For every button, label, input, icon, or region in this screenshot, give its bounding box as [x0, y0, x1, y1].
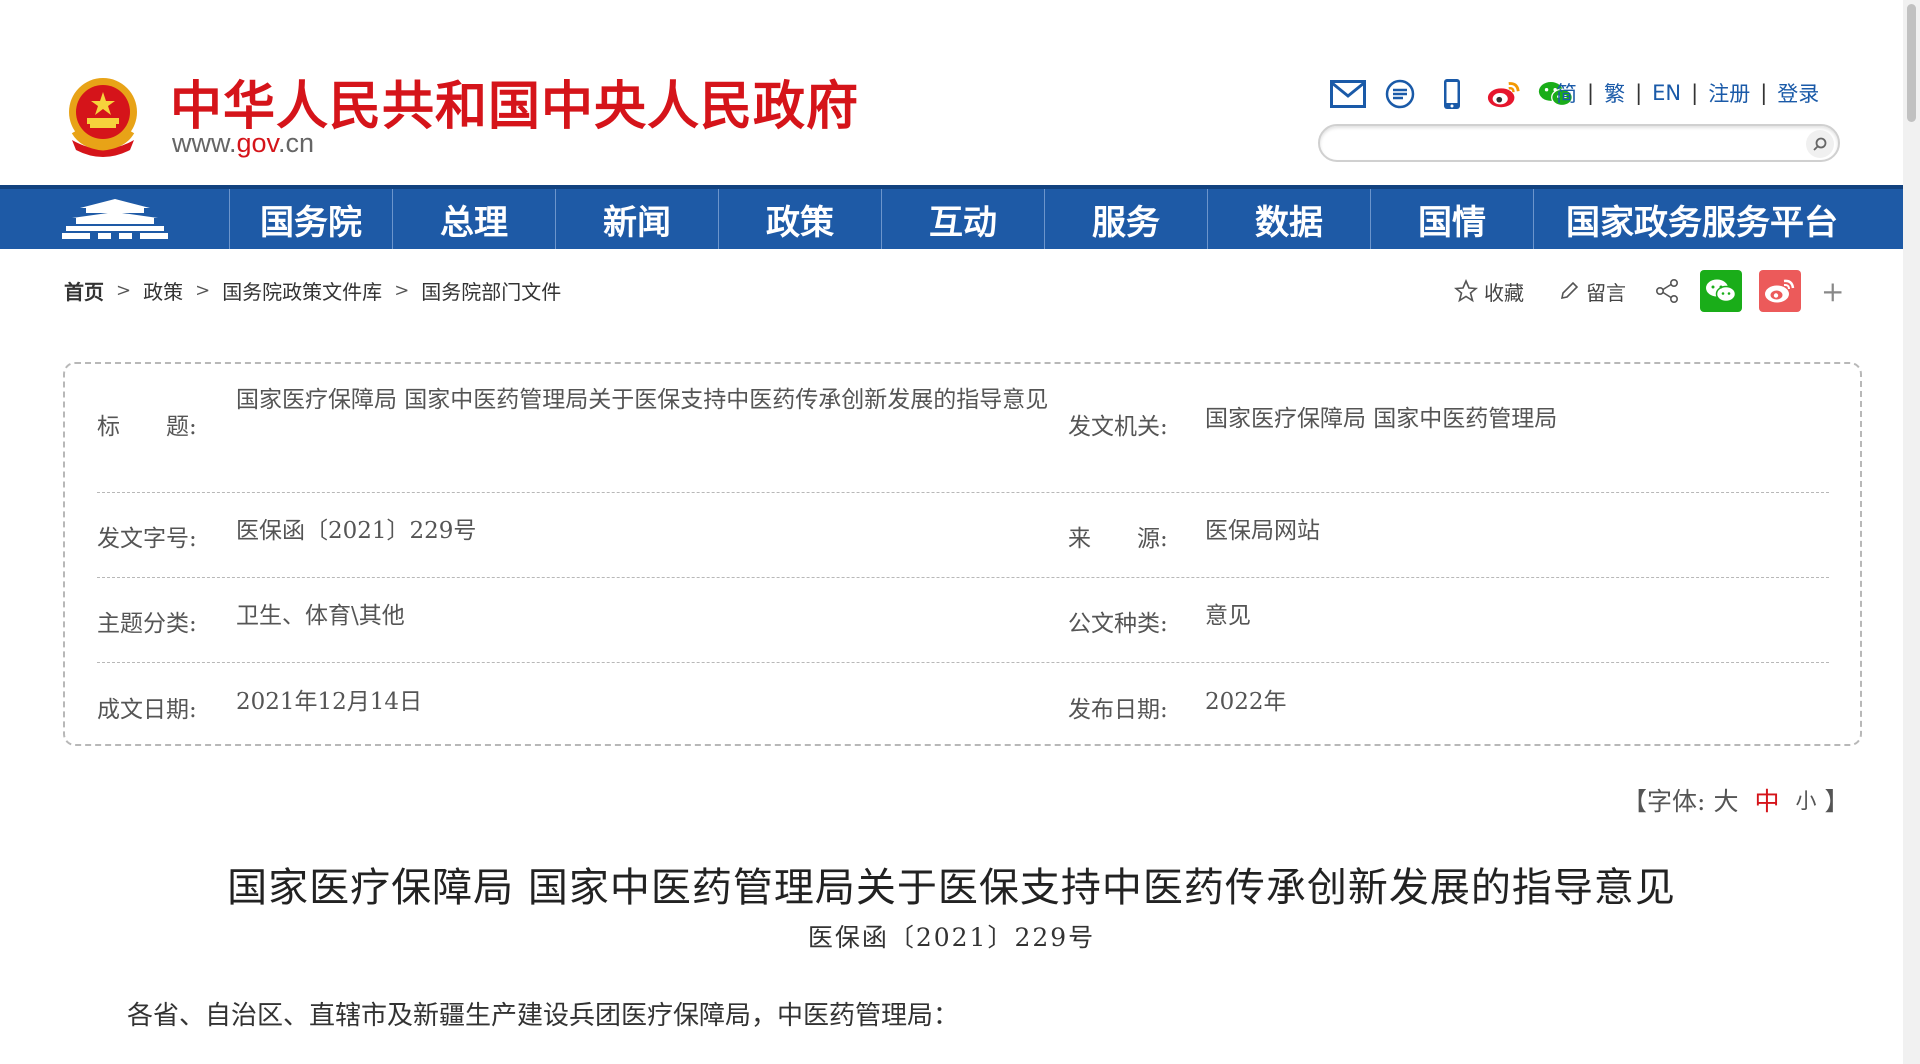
- link-separator: |: [1635, 81, 1643, 105]
- share-icon: [1655, 278, 1678, 303]
- nav-item-state-council[interactable]: 国务院: [230, 189, 393, 249]
- english-link[interactable]: EN: [1652, 81, 1681, 105]
- tiananmen-icon: [61, 199, 168, 239]
- link-separator: |: [1587, 81, 1595, 105]
- document-info-box: 标 题: 国家医疗保障局 国家中医药管理局关于医保支持中医药传承创新发展的指导意…: [63, 362, 1862, 746]
- nav-home-button[interactable]: [0, 189, 230, 249]
- site-url-prefix: www.: [172, 128, 237, 158]
- site-url-suffix: .cn: [278, 128, 315, 158]
- chevron-right-icon: >: [116, 280, 132, 301]
- source-value: 医保局网站: [1205, 518, 1320, 544]
- nav-item-services[interactable]: 服务: [1045, 189, 1208, 249]
- chevron-right-icon: >: [394, 280, 410, 301]
- issuer-label: 发文机关:: [1068, 414, 1168, 440]
- docno-label: 发文字号:: [97, 526, 197, 552]
- font-size-small[interactable]: 小: [1795, 785, 1816, 815]
- issuer-value: 国家医疗保障局 国家中医药管理局: [1205, 406, 1558, 432]
- mobile-icon[interactable]: [1434, 77, 1470, 111]
- font-size-suffix: 】: [1824, 787, 1850, 816]
- traditional-chinese-link[interactable]: 繁: [1604, 78, 1625, 108]
- nav-item-premier[interactable]: 总理: [393, 189, 556, 249]
- comment-button[interactable]: 留言: [1558, 277, 1626, 306]
- info-row-docno: 发文字号: 医保函〔2021〕229号 来 源: 医保局网站: [97, 493, 1829, 578]
- site-url-accent: gov: [236, 128, 279, 158]
- star-icon: [1454, 279, 1478, 303]
- top-icon-bar: [1330, 76, 1574, 112]
- search-input[interactable]: [1334, 130, 1774, 156]
- site-url[interactable]: www.gov.cn: [172, 128, 314, 159]
- category-label: 主题分类:: [97, 611, 197, 637]
- main-nav: 国务院 总理 新闻 政策 互动 服务 数据 国情 国家政务服务平台: [0, 185, 1903, 249]
- title-value: 国家医疗保障局 国家中医药管理局关于医保支持中医药传承创新发展的指导意见: [236, 387, 1049, 413]
- font-size-prefix: 【字体:: [1622, 787, 1706, 816]
- search-icon: [1813, 137, 1827, 151]
- source-label: 来 源:: [1068, 526, 1168, 552]
- favorite-button[interactable]: 收藏: [1454, 277, 1524, 306]
- mail-icon[interactable]: [1330, 77, 1366, 111]
- doctype-value: 意见: [1205, 603, 1251, 629]
- article-greeting: 各省、自治区、直辖市及新疆生产建设兵团医疗保障局，中医药管理局：: [127, 1001, 960, 1031]
- breadcrumb: 首页 > 政策 > 国务院政策文件库 > 国务院部门文件: [64, 276, 561, 305]
- link-separator: |: [1691, 81, 1699, 105]
- nav-item-news[interactable]: 新闻: [556, 189, 719, 249]
- info-row-title: 标 题: 国家医疗保障局 国家中医药管理局关于医保支持中医药传承创新发展的指导意…: [97, 364, 1829, 493]
- favorite-label: 收藏: [1484, 280, 1524, 305]
- wechat-icon: [1706, 279, 1737, 303]
- article-title: 国家医疗保障局 国家中医药管理局关于医保支持中医药传承创新发展的指导意见: [227, 865, 1676, 911]
- pencil-icon: [1560, 281, 1579, 300]
- title-label: 标 题:: [97, 414, 197, 440]
- site-header: 中华人民共和国中央人民政府 www.gov.cn 简 | 繁 | EN | 注册…: [0, 0, 1920, 185]
- font-size-selector: 【字体: 大 中 小 】: [1622, 782, 1849, 818]
- info-row-dates: 成文日期: 2021年12月14日 发布日期: 2022年: [97, 663, 1829, 745]
- simplified-chinese-link[interactable]: 简: [1556, 78, 1577, 108]
- doctype-label: 公文种类:: [1068, 611, 1168, 637]
- info-row-category: 主题分类: 卫生、体育\其他 公文种类: 意见: [97, 578, 1829, 663]
- breadcrumb-home[interactable]: 首页: [64, 276, 104, 305]
- weibo-icon[interactable]: [1486, 77, 1522, 111]
- share-bar: 收藏 留言 +: [1454, 270, 1844, 312]
- written-date-value: 2021年12月14日: [236, 689, 423, 715]
- breadcrumb-policy[interactable]: 政策: [143, 276, 183, 305]
- font-size-large[interactable]: 大: [1713, 782, 1738, 818]
- search-box: [1318, 124, 1840, 162]
- weibo-icon: [1765, 279, 1795, 303]
- article-doc-number: 医保函〔2021〕229号: [807, 923, 1096, 952]
- nav-item-policy[interactable]: 政策: [719, 189, 882, 249]
- docno-value: 医保函〔2021〕229号: [236, 518, 477, 544]
- written-date-label: 成文日期:: [97, 697, 197, 723]
- share-button[interactable]: [1654, 278, 1680, 304]
- share-wechat-button[interactable]: [1700, 270, 1742, 312]
- link-separator: |: [1760, 81, 1768, 105]
- search-button[interactable]: [1806, 130, 1834, 158]
- page-scrollbar[interactable]: [1903, 0, 1920, 1064]
- nav-item-national-profile[interactable]: 国情: [1371, 189, 1534, 249]
- register-link[interactable]: 注册: [1708, 78, 1750, 108]
- comment-label: 留言: [1586, 280, 1626, 305]
- published-date-value: 2022年: [1205, 689, 1287, 715]
- published-date-label: 发布日期:: [1068, 697, 1168, 723]
- chevron-right-icon: >: [195, 280, 211, 301]
- nav-item-service-platform[interactable]: 国家政务服务平台: [1534, 189, 1870, 249]
- message-icon[interactable]: [1382, 77, 1418, 111]
- breadcrumb-policy-library[interactable]: 国务院政策文件库: [222, 276, 382, 305]
- more-share-button[interactable]: +: [1821, 275, 1844, 308]
- national-emblem-logo[interactable]: [62, 74, 144, 160]
- top-links: 简 | 繁 | EN | 注册 | 登录: [1556, 78, 1819, 108]
- breadcrumb-department-files[interactable]: 国务院部门文件: [421, 276, 561, 305]
- nav-item-data[interactable]: 数据: [1208, 189, 1371, 249]
- nav-item-interaction[interactable]: 互动: [882, 189, 1045, 249]
- login-link[interactable]: 登录: [1777, 78, 1819, 108]
- font-size-medium[interactable]: 中: [1754, 782, 1779, 818]
- share-weibo-button[interactable]: [1759, 270, 1801, 312]
- category-value: 卫生、体育\其他: [236, 603, 405, 629]
- scrollbar-thumb[interactable]: [1907, 4, 1916, 122]
